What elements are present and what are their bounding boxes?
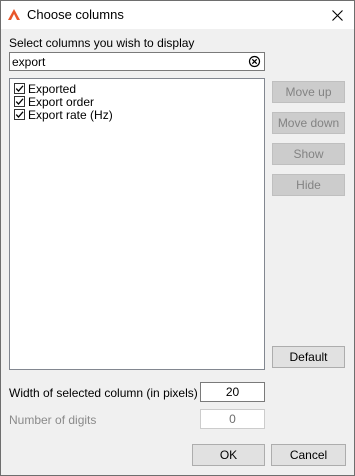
dialog-title: Choose columns	[27, 7, 124, 22]
digits-label: Number of digits	[9, 413, 97, 427]
show-button[interactable]: Show	[272, 143, 345, 165]
search-field[interactable]	[9, 52, 265, 71]
list-item[interactable]: Export rate (Hz)	[14, 107, 113, 122]
title-bar: Choose columns	[1, 1, 354, 29]
list-item[interactable]: Export order	[14, 94, 95, 109]
list-item[interactable]: Exported	[14, 81, 77, 96]
checkbox[interactable]	[14, 83, 25, 94]
list-item-label: Export rate (Hz)	[28, 107, 113, 122]
columns-list[interactable]: Exported Export order Export rate (Hz)	[9, 78, 265, 370]
digits-input[interactable]: 0	[200, 409, 265, 429]
move-down-button[interactable]: Move down	[272, 112, 345, 134]
width-label: Width of selected column (in pixels)	[9, 386, 198, 400]
move-up-button[interactable]: Move up	[272, 81, 345, 103]
checkmark-icon	[15, 85, 24, 92]
close-button[interactable]	[320, 1, 354, 29]
hide-button[interactable]: Hide	[272, 174, 345, 196]
search-input[interactable]	[12, 53, 242, 70]
default-button[interactable]: Default	[272, 346, 345, 368]
cancel-button[interactable]: Cancel	[271, 444, 346, 466]
checkbox[interactable]	[14, 96, 25, 107]
prompt-label: Select columns you wish to display	[9, 36, 195, 50]
ok-button[interactable]: OK	[192, 444, 265, 466]
list-item-label: Export order	[28, 94, 95, 109]
checkbox[interactable]	[14, 109, 25, 120]
triangle-logo-icon	[8, 9, 20, 20]
checkmark-icon	[15, 98, 24, 105]
close-icon	[331, 9, 343, 21]
checkmark-icon	[15, 111, 24, 118]
choose-columns-dialog: Choose columns Select columns you wish t…	[0, 0, 355, 476]
clear-circle-icon[interactable]	[248, 55, 261, 68]
width-input[interactable]: 20	[200, 382, 265, 402]
list-item-label: Exported	[28, 81, 77, 96]
